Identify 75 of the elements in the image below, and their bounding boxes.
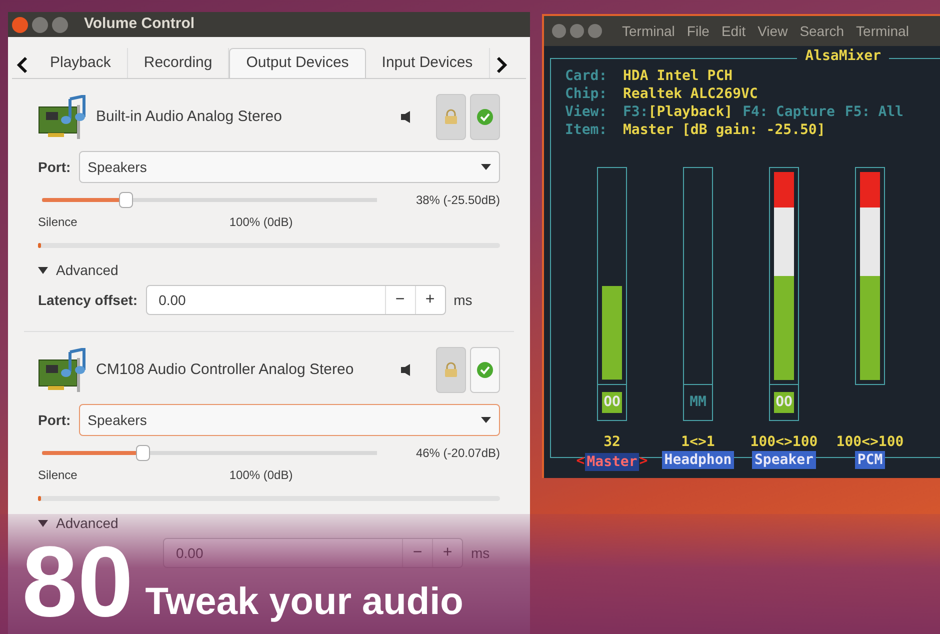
menu-item[interactable]: Terminal bbox=[622, 20, 675, 42]
sound-card-icon bbox=[38, 95, 88, 139]
scroll-left-icon[interactable] bbox=[16, 56, 30, 74]
tab[interactable]: Input Devices bbox=[366, 48, 490, 78]
check-icon bbox=[476, 108, 494, 126]
dropdown-caret-icon bbox=[481, 417, 491, 423]
minimize-button[interactable] bbox=[570, 24, 584, 38]
info-value: HDA Intel PCH bbox=[623, 67, 733, 85]
headline-title: Tweak your audio bbox=[145, 580, 464, 624]
tab[interactable]: Output Devices bbox=[229, 48, 366, 78]
info-label: Item: bbox=[565, 121, 608, 139]
mixer-title: AlsaMixer bbox=[797, 49, 889, 63]
info-value: Realtek ALC269VC bbox=[623, 85, 758, 103]
channel-name[interactable]: Headphon bbox=[662, 451, 734, 469]
slider-handle[interactable] bbox=[118, 192, 133, 208]
view-option[interactable]: [Playback] bbox=[648, 103, 733, 121]
padlock-icon bbox=[444, 109, 458, 125]
port-dropdown[interactable]: Speakers bbox=[78, 151, 500, 183]
advanced-expander[interactable]: Advanced bbox=[56, 513, 118, 534]
port-dropdown[interactable]: Speakers bbox=[78, 404, 500, 436]
scale-label: 100% (0dB) bbox=[229, 467, 293, 484]
channel-value: 100<>100 bbox=[836, 433, 904, 451]
volume-reading: 46% (-20.07dB) bbox=[416, 445, 500, 462]
tab[interactable]: Playback bbox=[34, 48, 128, 78]
mute-indicator: MM bbox=[688, 393, 708, 412]
mute-indicator: OO bbox=[774, 392, 794, 413]
device-name: CM108 Audio Controller Analog Stereo bbox=[96, 360, 355, 380]
menu-item[interactable]: View bbox=[758, 20, 788, 42]
close-button[interactable] bbox=[12, 16, 28, 32]
padlock-icon bbox=[444, 362, 458, 378]
menu-item[interactable]: Search bbox=[800, 20, 844, 42]
dropdown-caret-icon bbox=[481, 164, 491, 170]
window-title: Volume Control bbox=[84, 14, 195, 34]
mute-indicator: OO bbox=[602, 392, 622, 413]
close-button[interactable] bbox=[552, 24, 566, 38]
channel-value: 100<>100 bbox=[750, 433, 818, 451]
latency-label: Latency offset: bbox=[38, 290, 138, 310]
unit-label: ms bbox=[454, 290, 472, 310]
channel-name[interactable]: Master bbox=[584, 452, 640, 470]
channel-value: 32 bbox=[604, 433, 620, 451]
info-value: Master [dB gain: -25.50] bbox=[623, 121, 826, 139]
view-key: F3: bbox=[623, 103, 648, 121]
info-label: Chip: bbox=[565, 85, 608, 103]
maximize-button[interactable] bbox=[52, 16, 68, 32]
slider-handle[interactable] bbox=[136, 445, 150, 461]
channel-name[interactable]: Speaker bbox=[752, 451, 816, 469]
view-option[interactable]: All bbox=[878, 103, 904, 121]
scale-label: 100% (0dB) bbox=[229, 214, 293, 231]
scale-label: Silence bbox=[38, 467, 78, 484]
selection-marker: < bbox=[576, 452, 585, 471]
info-label: View: bbox=[565, 103, 608, 121]
default-button[interactable] bbox=[470, 347, 500, 393]
minimize-button[interactable] bbox=[32, 16, 48, 32]
check-icon bbox=[476, 361, 494, 379]
port-label: Port: bbox=[38, 158, 71, 176]
menu-item[interactable]: Edit bbox=[721, 20, 746, 42]
device-name: Built-in Audio Analog Stereo bbox=[96, 106, 283, 127]
maximize-button[interactable] bbox=[588, 24, 602, 38]
selection-marker: > bbox=[639, 452, 648, 471]
advanced-expander[interactable]: Advanced bbox=[56, 260, 118, 281]
view-option[interactable]: Capture bbox=[776, 103, 835, 121]
scale-label: Silence bbox=[38, 214, 78, 231]
headline-number: 80 bbox=[22, 532, 134, 632]
port-label: Port: bbox=[38, 410, 71, 430]
channel-name[interactable]: PCM bbox=[855, 451, 885, 469]
info-label: Card: bbox=[565, 67, 608, 85]
unit-label: ms bbox=[471, 544, 490, 562]
menu-item[interactable]: Terminal bbox=[856, 20, 909, 42]
volume-reading: 38% (-25.50dB) bbox=[416, 192, 500, 209]
default-button[interactable] bbox=[470, 94, 500, 140]
channel-value: 1<>1 bbox=[681, 433, 715, 451]
view-key: F4: bbox=[742, 103, 768, 121]
menu-item[interactable]: File bbox=[686, 20, 710, 42]
view-key: F5: bbox=[844, 103, 870, 121]
sound-card-icon bbox=[38, 348, 88, 392]
